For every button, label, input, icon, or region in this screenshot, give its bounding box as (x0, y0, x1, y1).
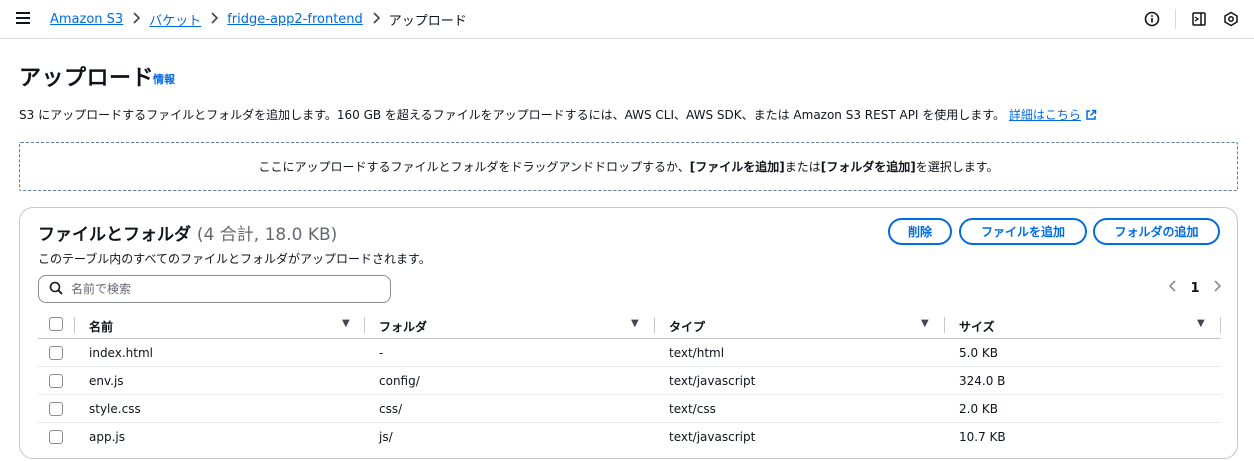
cell-name: env.js (89, 374, 124, 388)
panel-description: このテーブル内のすべてのファイルとフォルダがアップロードされます。 (38, 252, 431, 266)
panel-title-text: ファイルとフォルダ (38, 225, 191, 245)
cell-type: text/javascript (669, 374, 756, 388)
chevron-right-icon[interactable] (1207, 280, 1227, 296)
panel-title: ファイルとフォルダ (4 合計, 18.0 KB) (38, 220, 337, 245)
cell-size: 5.0 KB (959, 346, 998, 360)
top-icons (1129, 9, 1240, 29)
chevron-right-icon (367, 11, 385, 28)
dropzone-add-files: [ファイルを追加] (689, 160, 785, 174)
cell-size: 10.7 KB (959, 430, 1006, 444)
search-input[interactable] (71, 282, 371, 296)
row-checkbox[interactable] (49, 346, 63, 360)
cell-folder: css/ (379, 402, 403, 416)
row-checkbox[interactable] (49, 402, 63, 416)
select-all-checkbox[interactable] (49, 317, 63, 331)
column-divider (654, 317, 655, 333)
sort-descending-icon[interactable]: ▼ (1197, 318, 1205, 329)
cell-size: 324.0 B (959, 374, 1006, 388)
search-box (38, 275, 391, 303)
cell-name: style.css (89, 402, 141, 416)
learn-more-link[interactable]: 詳細はこちら (1009, 108, 1097, 122)
top-navigation-bar: Amazon S3 バケット fridge-app2-frontend アップロ… (0, 0, 1254, 39)
add-files-button[interactable]: ファイルを追加 (959, 218, 1087, 245)
dropzone-text-before: ここにアップロードするファイルとフォルダをドラッグアンドドロップするか、 (258, 160, 690, 174)
hexagon-settings-icon[interactable] (1222, 10, 1240, 28)
cell-folder: - (379, 346, 384, 360)
column-divider (944, 317, 945, 333)
hamburger-menu-icon[interactable] (16, 10, 34, 26)
sort-descending-icon[interactable]: ▼ (921, 318, 929, 329)
chevron-left-icon[interactable] (1163, 280, 1183, 296)
description-text: S3 にアップロードするファイルとフォルダを追加します。160 GB を超えるフ… (19, 108, 1006, 122)
cell-name: app.js (89, 430, 125, 444)
info-circle-icon[interactable] (1143, 10, 1161, 28)
chevron-right-icon (127, 11, 145, 28)
column-divider (74, 317, 75, 333)
page-description: S3 にアップロードするファイルとフォルダを追加します。160 GB を超えるフ… (19, 106, 1097, 124)
files-table: 名前 ▼ フォルダ ▼ タイプ ▼ サイズ ▼ index.html - tex… (38, 311, 1221, 451)
page-title: アップロード (19, 66, 155, 91)
table-row[interactable]: env.js config/ text/javascript 324.0 B (38, 367, 1221, 395)
delete-button[interactable]: 削除 (888, 218, 952, 245)
divider (1175, 9, 1176, 29)
cell-folder: config/ (379, 374, 420, 388)
files-and-folders-panel: ファイルとフォルダ (4 合計, 18.0 KB) このテーブル内のすべてのファ… (19, 207, 1238, 459)
external-link-icon (1085, 109, 1097, 124)
row-checkbox[interactable] (49, 374, 63, 388)
search-icon (49, 280, 63, 299)
cell-type: text/html (669, 346, 725, 360)
cell-folder: js/ (379, 430, 393, 444)
table-header: 名前 ▼ フォルダ ▼ タイプ ▼ サイズ ▼ (38, 311, 1221, 339)
side-panel-icon[interactable] (1190, 10, 1208, 28)
table-row[interactable]: index.html - text/html 5.0 KB (38, 339, 1221, 367)
column-header-name[interactable]: 名前 (89, 318, 113, 335)
table-row[interactable]: style.css css/ text/css 2.0 KB (38, 395, 1221, 423)
cell-type: text/css (669, 402, 716, 416)
column-divider (1220, 317, 1221, 333)
dropzone-add-folder: [フォルダを追加] (820, 160, 916, 174)
drag-and-drop-zone[interactable]: ここにアップロードするファイルとフォルダをドラッグアンドドロップするか、 [ファイ… (19, 142, 1238, 191)
add-folder-button[interactable]: フォルダの追加 (1093, 218, 1220, 245)
row-checkbox[interactable] (49, 430, 63, 444)
breadcrumb-link-bucket[interactable]: fridge-app2-frontend (227, 12, 363, 27)
dropzone-text-after: を選択します。 (915, 160, 999, 174)
breadcrumb: Amazon S3 バケット fridge-app2-frontend アップロ… (50, 10, 467, 29)
sort-descending-icon[interactable]: ▼ (631, 318, 639, 329)
learn-more-label: 詳細はこちら (1008, 108, 1081, 122)
cell-name: index.html (89, 346, 153, 360)
breadcrumb-link-buckets[interactable]: バケット (149, 10, 201, 29)
dropzone-text-mid: または (784, 160, 821, 174)
cell-type: text/javascript (669, 430, 756, 444)
column-divider (364, 317, 365, 333)
info-link[interactable]: 情報 (153, 71, 175, 87)
chevron-right-icon (205, 11, 223, 28)
panel-count: (4 合計, 18.0 KB) (196, 225, 338, 245)
table-row[interactable]: app.js js/ text/javascript 10.7 KB (38, 423, 1221, 451)
column-header-type[interactable]: タイプ (669, 318, 705, 335)
column-header-size[interactable]: サイズ (959, 318, 995, 335)
pagination: 1 (1163, 280, 1227, 296)
sort-descending-icon[interactable]: ▼ (342, 318, 350, 329)
cell-size: 2.0 KB (959, 402, 998, 416)
breadcrumb-link-amazon-s3[interactable]: Amazon S3 (50, 12, 123, 27)
page-number[interactable]: 1 (1183, 281, 1207, 296)
column-header-folder[interactable]: フォルダ (379, 318, 427, 335)
breadcrumb-current: アップロード (388, 14, 467, 29)
